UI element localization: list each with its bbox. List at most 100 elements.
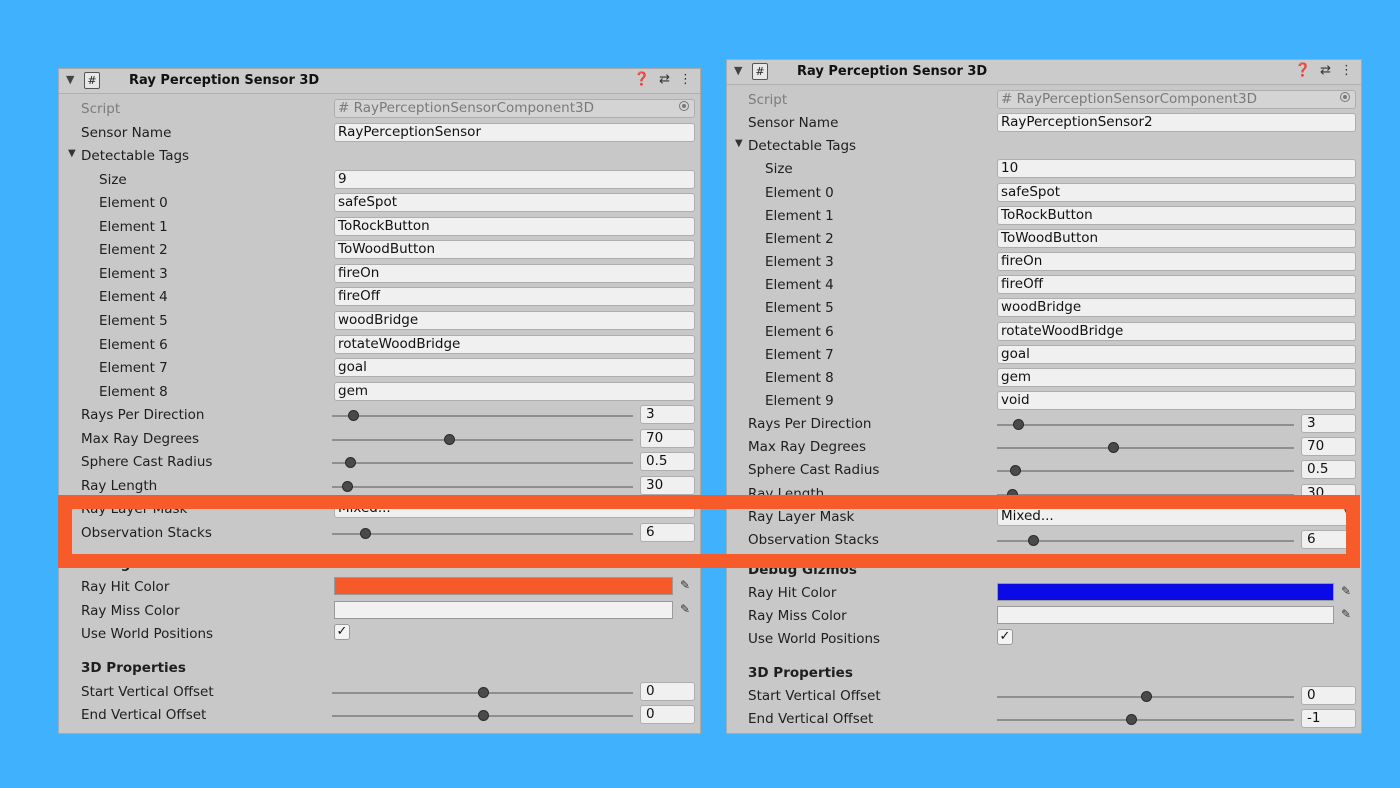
script-icon: # bbox=[84, 72, 100, 89]
sphere-slider-thumb[interactable] bbox=[345, 457, 357, 468]
end-vertical-offset-slider-value[interactable]: -1 bbox=[1301, 709, 1356, 728]
end-vertical-offset-slider-thumb[interactable] bbox=[477, 710, 489, 721]
maxdeg-slider-value[interactable]: 70 bbox=[1301, 437, 1356, 456]
eyedropper-icon[interactable]: ✎ bbox=[678, 578, 692, 592]
detectable-tags-label: Detectable Tags bbox=[748, 138, 857, 154]
element-input[interactable]: safeSpot bbox=[997, 183, 1356, 202]
element-label: Element 6 bbox=[99, 337, 168, 353]
tag-element-row: Element 2 ToWoodButton bbox=[59, 239, 700, 262]
use-world-positions-checkbox[interactable]: ✓ bbox=[997, 629, 1013, 645]
sensor-name-label: Sensor Name bbox=[748, 115, 839, 131]
eyedropper-icon[interactable]: ✎ bbox=[1339, 584, 1353, 598]
rays-slider-value[interactable]: 3 bbox=[640, 405, 695, 424]
foldout-arrow-icon[interactable]: ▼ bbox=[734, 64, 742, 77]
tag-element-row: Element 9 void bbox=[727, 390, 1361, 413]
element-label: Element 5 bbox=[99, 313, 168, 329]
rays-slider-thumb[interactable] bbox=[1012, 419, 1024, 430]
eyedropper-icon[interactable]: ✎ bbox=[1339, 607, 1353, 621]
size-input[interactable]: 9 bbox=[334, 170, 695, 189]
element-input[interactable]: ToWoodButton bbox=[334, 240, 695, 259]
element-input[interactable]: woodBridge bbox=[997, 298, 1356, 317]
maxdeg-label: Max Ray Degrees bbox=[748, 439, 867, 455]
element-input[interactable]: goal bbox=[997, 345, 1356, 364]
sphere-label: Sphere Cast Radius bbox=[748, 462, 880, 478]
element-input[interactable]: rotateWoodBridge bbox=[997, 322, 1356, 341]
element-input[interactable]: fireOn bbox=[334, 264, 695, 283]
element-input[interactable]: ToWoodButton bbox=[997, 229, 1356, 248]
start-vertical-offset-slider-thumb[interactable] bbox=[477, 687, 489, 698]
start-vertical-offset-slider-value[interactable]: 0 bbox=[640, 682, 695, 701]
ray-miss-color-swatch[interactable] bbox=[997, 606, 1334, 624]
sensor-name-input[interactable]: RayPerceptionSensor bbox=[334, 123, 695, 142]
maxdeg-slider-value[interactable]: 70 bbox=[640, 429, 695, 448]
tag-element-row: Element 0 safeSpot bbox=[59, 192, 700, 215]
size-input[interactable]: 10 bbox=[997, 159, 1356, 178]
tag-element-row: Element 1 ToRockButton bbox=[727, 205, 1361, 228]
rays-slider-track bbox=[997, 424, 1294, 426]
eyedropper-icon[interactable]: ✎ bbox=[678, 602, 692, 616]
kebab-menu-icon[interactable]: ⋮ bbox=[1340, 63, 1353, 78]
element-input[interactable]: ToRockButton bbox=[334, 217, 695, 236]
rays-slider-value[interactable]: 3 bbox=[1301, 414, 1356, 433]
foldout-arrow-icon[interactable]: ▼ bbox=[735, 138, 743, 149]
sphere-row: Sphere Cast Radius 0.5 bbox=[59, 451, 700, 474]
raylen-slider-thumb[interactable] bbox=[342, 481, 354, 492]
ray-hit-color-swatch[interactable] bbox=[997, 583, 1334, 601]
use-world-positions-row: Use World Positions ✓ bbox=[727, 628, 1361, 651]
sphere-slider-value[interactable]: 0.5 bbox=[1301, 460, 1356, 479]
element-input[interactable]: void bbox=[997, 391, 1356, 410]
start-vertical-offset-slider-thumb[interactable] bbox=[1140, 691, 1152, 702]
maxdeg-row: Max Ray Degrees 70 bbox=[59, 428, 700, 451]
sensor-name-label: Sensor Name bbox=[81, 125, 172, 141]
start-vertical-offset-label: Start Vertical Offset bbox=[81, 684, 214, 700]
component-header[interactable]: ▼ # Ray Perception Sensor 3D ❓ ⇄ ⋮ bbox=[59, 69, 700, 94]
ray-miss-color-row: Ray Miss Color ✎ bbox=[727, 605, 1361, 628]
ray-miss-color-row: Ray Miss Color ✎ bbox=[59, 600, 700, 623]
component-header[interactable]: ▼ # Ray Perception Sensor 3D ❓ ⇄ ⋮ bbox=[727, 60, 1361, 85]
foldout-arrow-icon[interactable]: ▼ bbox=[66, 73, 74, 86]
element-input[interactable]: fireOn bbox=[997, 252, 1356, 271]
element-input[interactable]: rotateWoodBridge bbox=[334, 335, 695, 354]
kebab-menu-icon[interactable]: ⋮ bbox=[679, 72, 692, 87]
presets-icon[interactable]: ⇄ bbox=[1320, 63, 1331, 78]
presets-icon[interactable]: ⇄ bbox=[659, 72, 670, 87]
script-field[interactable]: # RayPerceptionSensorComponent3D bbox=[997, 90, 1356, 109]
element-input[interactable]: fireOff bbox=[334, 287, 695, 306]
element-input[interactable]: goal bbox=[334, 358, 695, 377]
sphere-slider-track bbox=[997, 470, 1294, 472]
element-label: Element 1 bbox=[765, 208, 834, 224]
raylen-label: Ray Length bbox=[81, 478, 158, 494]
tag-element-row: Element 5 woodBridge bbox=[727, 297, 1361, 320]
element-label: Element 9 bbox=[765, 393, 834, 409]
sensor-name-input[interactable]: RayPerceptionSensor2 bbox=[997, 113, 1356, 132]
end-vertical-offset-slider-thumb[interactable] bbox=[1125, 714, 1137, 725]
help-icon[interactable]: ❓ bbox=[634, 72, 650, 87]
3d-properties-row: 3D Properties bbox=[59, 657, 700, 680]
object-picker-icon[interactable] bbox=[1340, 92, 1350, 102]
element-input[interactable]: safeSpot bbox=[334, 193, 695, 212]
ray-miss-color-swatch[interactable] bbox=[334, 601, 673, 619]
rays-slider-thumb[interactable] bbox=[348, 410, 360, 421]
element-input[interactable]: woodBridge bbox=[334, 311, 695, 330]
tag-element-row: Element 3 fireOn bbox=[727, 251, 1361, 274]
maxdeg-slider-thumb[interactable] bbox=[444, 434, 456, 445]
end-vertical-offset-slider-value[interactable]: 0 bbox=[640, 705, 695, 724]
ray-hit-color-swatch[interactable] bbox=[334, 577, 673, 595]
raylen-slider-value[interactable]: 30 bbox=[640, 476, 695, 495]
use-world-positions-checkbox[interactable]: ✓ bbox=[334, 624, 350, 640]
element-input[interactable]: fireOff bbox=[997, 275, 1356, 294]
script-field[interactable]: # RayPerceptionSensorComponent3D bbox=[334, 99, 695, 118]
use-world-positions-row: Use World Positions ✓ bbox=[59, 623, 700, 646]
help-icon[interactable]: ❓ bbox=[1295, 63, 1311, 78]
element-label: Element 8 bbox=[765, 370, 834, 386]
element-input[interactable]: gem bbox=[334, 382, 695, 401]
sphere-slider-thumb[interactable] bbox=[1009, 465, 1021, 476]
start-vertical-offset-row: Start Vertical Offset 0 bbox=[727, 685, 1361, 708]
element-input[interactable]: gem bbox=[997, 368, 1356, 387]
sphere-slider-value[interactable]: 0.5 bbox=[640, 452, 695, 471]
object-picker-icon[interactable] bbox=[679, 101, 689, 111]
start-vertical-offset-slider-value[interactable]: 0 bbox=[1301, 686, 1356, 705]
foldout-arrow-icon[interactable]: ▼ bbox=[68, 148, 76, 159]
maxdeg-slider-thumb[interactable] bbox=[1107, 442, 1119, 453]
element-input[interactable]: ToRockButton bbox=[997, 206, 1356, 225]
